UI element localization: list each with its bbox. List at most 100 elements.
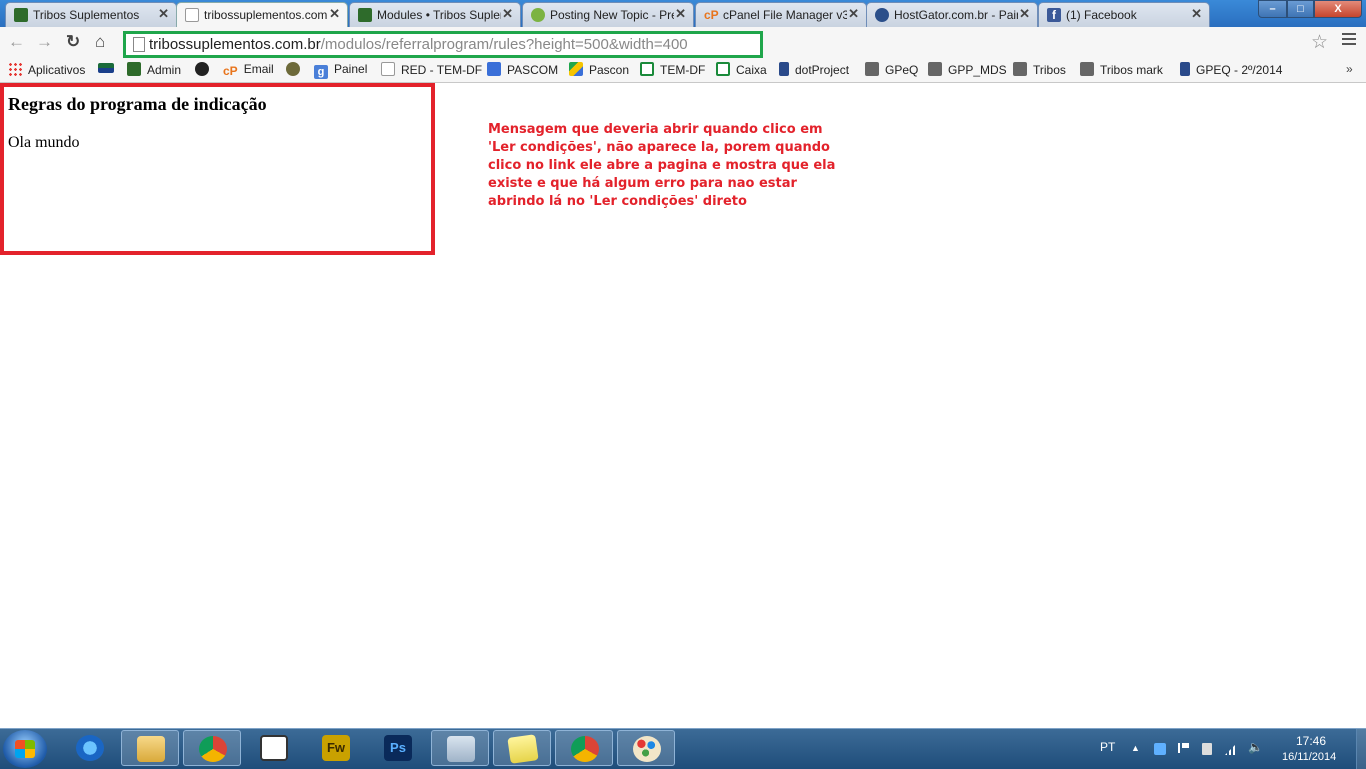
bookmark-tem-df[interactable]: TEM-DF [640,62,705,77]
url-host: tribossuplementos.com.br [149,36,321,53]
photoshop-icon: Ps [384,735,412,761]
tab-strip: Tribos Suplementos ✕ tribossuplementos.c… [0,0,1366,28]
cpanel-icon: cP [704,8,719,22]
tab-hostgator[interactable]: HostGator.com.br - Painel ✕ [866,2,1038,27]
taskbar-sticky-notes[interactable] [493,730,551,766]
bookmark-gpeq-2014[interactable]: GPEQ - 2º/2014 [1180,62,1282,77]
taskbar-paint[interactable] [617,730,675,766]
tab-tribos-suplementos[interactable]: Tribos Suplementos ✕ [5,2,177,27]
taskbar-chrome-2[interactable] [555,730,613,766]
bookmark-painel[interactable]: g Painel [314,62,367,79]
dropbox-icon[interactable] [1154,743,1166,755]
chrome-menu-icon[interactable] [1342,33,1356,48]
network-signal-icon[interactable] [1225,743,1237,755]
minimize-button[interactable]: – [1258,0,1287,18]
flag-icon [98,63,114,73]
clock-date[interactable]: 16/11/2014 [1282,751,1336,763]
folder-icon [1080,62,1094,76]
hostgator-icon [286,62,300,76]
facebook-icon: f [1047,8,1061,22]
start-button[interactable] [3,730,47,768]
apps-grid-icon [8,62,22,76]
tribos-leaf-icon [127,62,141,76]
bookmark-pascom[interactable]: PASCOM [487,62,558,77]
explorer-icon [137,736,165,762]
bookmark-dotproject[interactable]: dotProject [779,62,849,77]
bookmark-label: Aplicativos [28,63,86,77]
bookmark-star-icon[interactable]: ☆ [1311,31,1328,54]
tab-title: (1) Facebook [1066,8,1137,22]
url-path: /modulos/referralprogram/rules?height=50… [320,36,688,53]
tribos-leaf-icon [14,8,28,22]
more-bookmarks-icon[interactable]: » [1346,62,1353,76]
tab-title: HostGator.com.br - Painel [894,8,1018,22]
taskbar-ie[interactable] [61,730,119,766]
bookmark-github[interactable] [195,62,215,77]
bookmark-label: Admin [147,63,182,77]
address-bar[interactable]: tribossuplementos.com.br/modulos/referra… [123,31,763,58]
bookmark-label: Painel [334,62,368,76]
language-indicator[interactable]: PT [1100,740,1115,754]
bookmark-email[interactable]: cP Email [223,62,274,78]
tab-title: tribossuplementos.com.br [204,8,328,22]
clock-time[interactable]: 17:46 [1296,734,1326,748]
taskbar-fireworks[interactable]: Fw [307,730,365,766]
folder-icon [928,62,942,76]
tab-cpanel[interactable]: cP cPanel File Manager v3 ✕ [695,2,867,27]
taskbar-explorer[interactable] [121,730,179,766]
drive-icon [569,62,583,76]
tab-facebook[interactable]: f (1) Facebook ✕ [1038,2,1210,27]
bookmark-tribos[interactable]: Tribos [1013,62,1066,77]
url-text[interactable]: tribossuplementos.com.br/modulos/referra… [149,36,688,53]
tab-title: Modules • Tribos Suplementos [377,8,501,22]
tab-posting-new-topic[interactable]: Posting New Topic - PrestaShop ✕ [522,2,694,27]
reload-button[interactable]: ↻ [66,33,80,51]
bookmark-tribos-mark[interactable]: Tribos mark [1080,62,1163,77]
maximize-button[interactable]: □ [1287,0,1314,18]
bookmark-gpeq[interactable]: GPeQ [865,62,918,77]
home-button[interactable]: ⌂ [95,33,105,51]
battery-icon[interactable] [1202,743,1212,755]
tab-title: cPanel File Manager v3 [723,8,847,22]
close-icon[interactable]: ✕ [158,6,169,22]
close-icon[interactable]: ✕ [502,6,513,22]
volume-icon[interactable]: 🔈 [1248,740,1263,754]
forward-button[interactable]: → [36,33,53,51]
bookmark-aplicativos[interactable]: Aplicativos [8,62,85,77]
taskbar-media-player[interactable] [245,730,303,766]
tab-tribossuplementos-active[interactable]: tribossuplementos.com.br ✕ [176,2,348,28]
taskbar-calculator[interactable] [431,730,489,766]
tab-modules[interactable]: Modules • Tribos Suplementos ✕ [349,2,521,27]
tribos-leaf-icon [358,8,372,22]
taskbar-photoshop[interactable]: Ps [369,730,427,766]
bookmark-label: TEM-DF [660,63,706,77]
show-hidden-icons-icon[interactable]: ▲ [1131,743,1143,755]
bookmark-admin[interactable]: Admin [127,62,181,77]
dotproject-icon [1180,62,1190,76]
windows-taskbar: Fw Ps PT ▲ 🔈 17:46 16/11/2014 [0,728,1366,769]
close-window-button[interactable]: X [1314,0,1362,18]
sheet-icon [716,62,730,76]
chrome-icon [571,736,599,762]
page-title: Regras do programa de indicação [8,94,267,114]
close-icon[interactable]: ✕ [329,6,340,22]
bookmark-hostgator[interactable] [286,62,306,77]
close-icon[interactable]: ✕ [1191,6,1202,22]
chrome-icon [199,736,227,762]
hostgator-icon [875,8,889,22]
browser-toolbar: ← → ↻ ⌂ tribossuplementos.com.br/modulos… [0,27,1366,58]
bookmark-gpp-mds[interactable]: GPP_MDS [928,62,1007,77]
bookmark-label: RED - TEM-DF [401,63,483,77]
close-icon[interactable]: ✕ [848,6,859,22]
action-center-flag-icon[interactable] [1178,743,1189,753]
close-icon[interactable]: ✕ [675,6,686,22]
show-desktop-button[interactable] [1356,729,1366,769]
taskbar-chrome[interactable] [183,730,241,766]
bookmark-caixa[interactable]: Caixa [716,62,767,77]
back-button[interactable]: ← [8,33,25,51]
bookmark-flag[interactable] [98,62,120,76]
close-icon[interactable]: ✕ [1019,6,1030,22]
bookmark-pascon[interactable]: Pascon [569,62,629,77]
tab-title: Posting New Topic - PrestaShop [550,8,674,22]
bookmark-red-tem-df[interactable]: RED - TEM-DF [381,62,482,77]
